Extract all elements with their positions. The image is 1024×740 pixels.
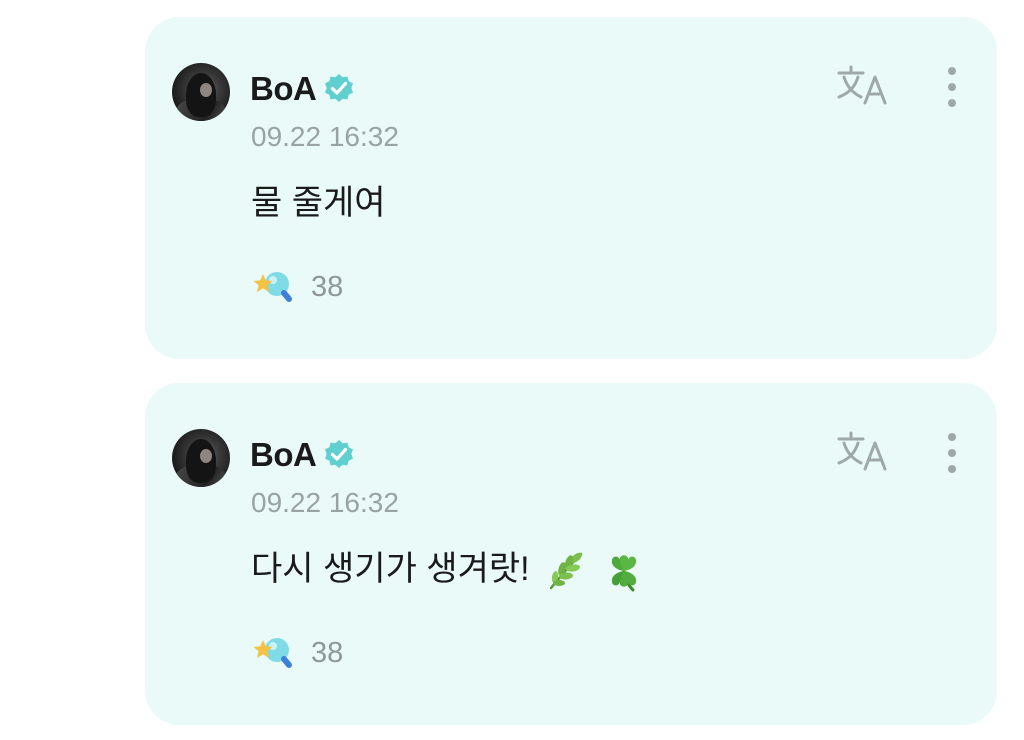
author-name[interactable]: BoA	[250, 70, 317, 108]
translate-icon	[837, 431, 887, 471]
reaction-button[interactable]: 38	[251, 265, 343, 309]
verified-badge-icon	[325, 440, 354, 468]
author-row: BoA	[250, 69, 356, 109]
more-vertical-icon[interactable]	[937, 431, 967, 475]
herb-emoji	[549, 552, 583, 590]
post-feed: BoA 09.22 16:32 물 줄게여 38 BoA 09.22 16:32…	[0, 0, 1024, 740]
avatar[interactable]	[172, 63, 230, 121]
post-timestamp: 09.22 16:32	[251, 487, 399, 518]
translate-icon	[837, 65, 887, 105]
author-row: BoA	[250, 435, 356, 475]
post-message-text: 다시 생기가 생겨랏!	[251, 550, 530, 588]
translate-button[interactable]	[835, 63, 891, 107]
post-card[interactable]: BoA 09.22 16:32 물 줄게여 38	[145, 17, 997, 359]
avatar[interactable]	[172, 429, 230, 487]
reaction-count: 38	[311, 636, 344, 669]
four-leaf-clover-emoji	[611, 555, 636, 592]
post-message: 다시 생기가 생겨랏!	[251, 541, 645, 592]
translate-button[interactable]	[835, 429, 891, 473]
post-message: 물 줄게여	[251, 175, 386, 224]
reaction-count: 38	[311, 270, 344, 303]
star-bulb-icon	[253, 638, 292, 668]
verified-badge-icon	[325, 74, 354, 102]
reaction-button[interactable]: 38	[251, 631, 343, 675]
star-bulb-icon	[253, 272, 292, 302]
author-name[interactable]: BoA	[250, 436, 317, 474]
post-card[interactable]: BoA 09.22 16:32 다시 생기가 생겨랏! 38	[145, 383, 997, 725]
more-vertical-icon[interactable]	[937, 65, 967, 109]
post-message-text: 물 줄게여	[251, 184, 386, 222]
post-timestamp: 09.22 16:32	[251, 121, 399, 152]
